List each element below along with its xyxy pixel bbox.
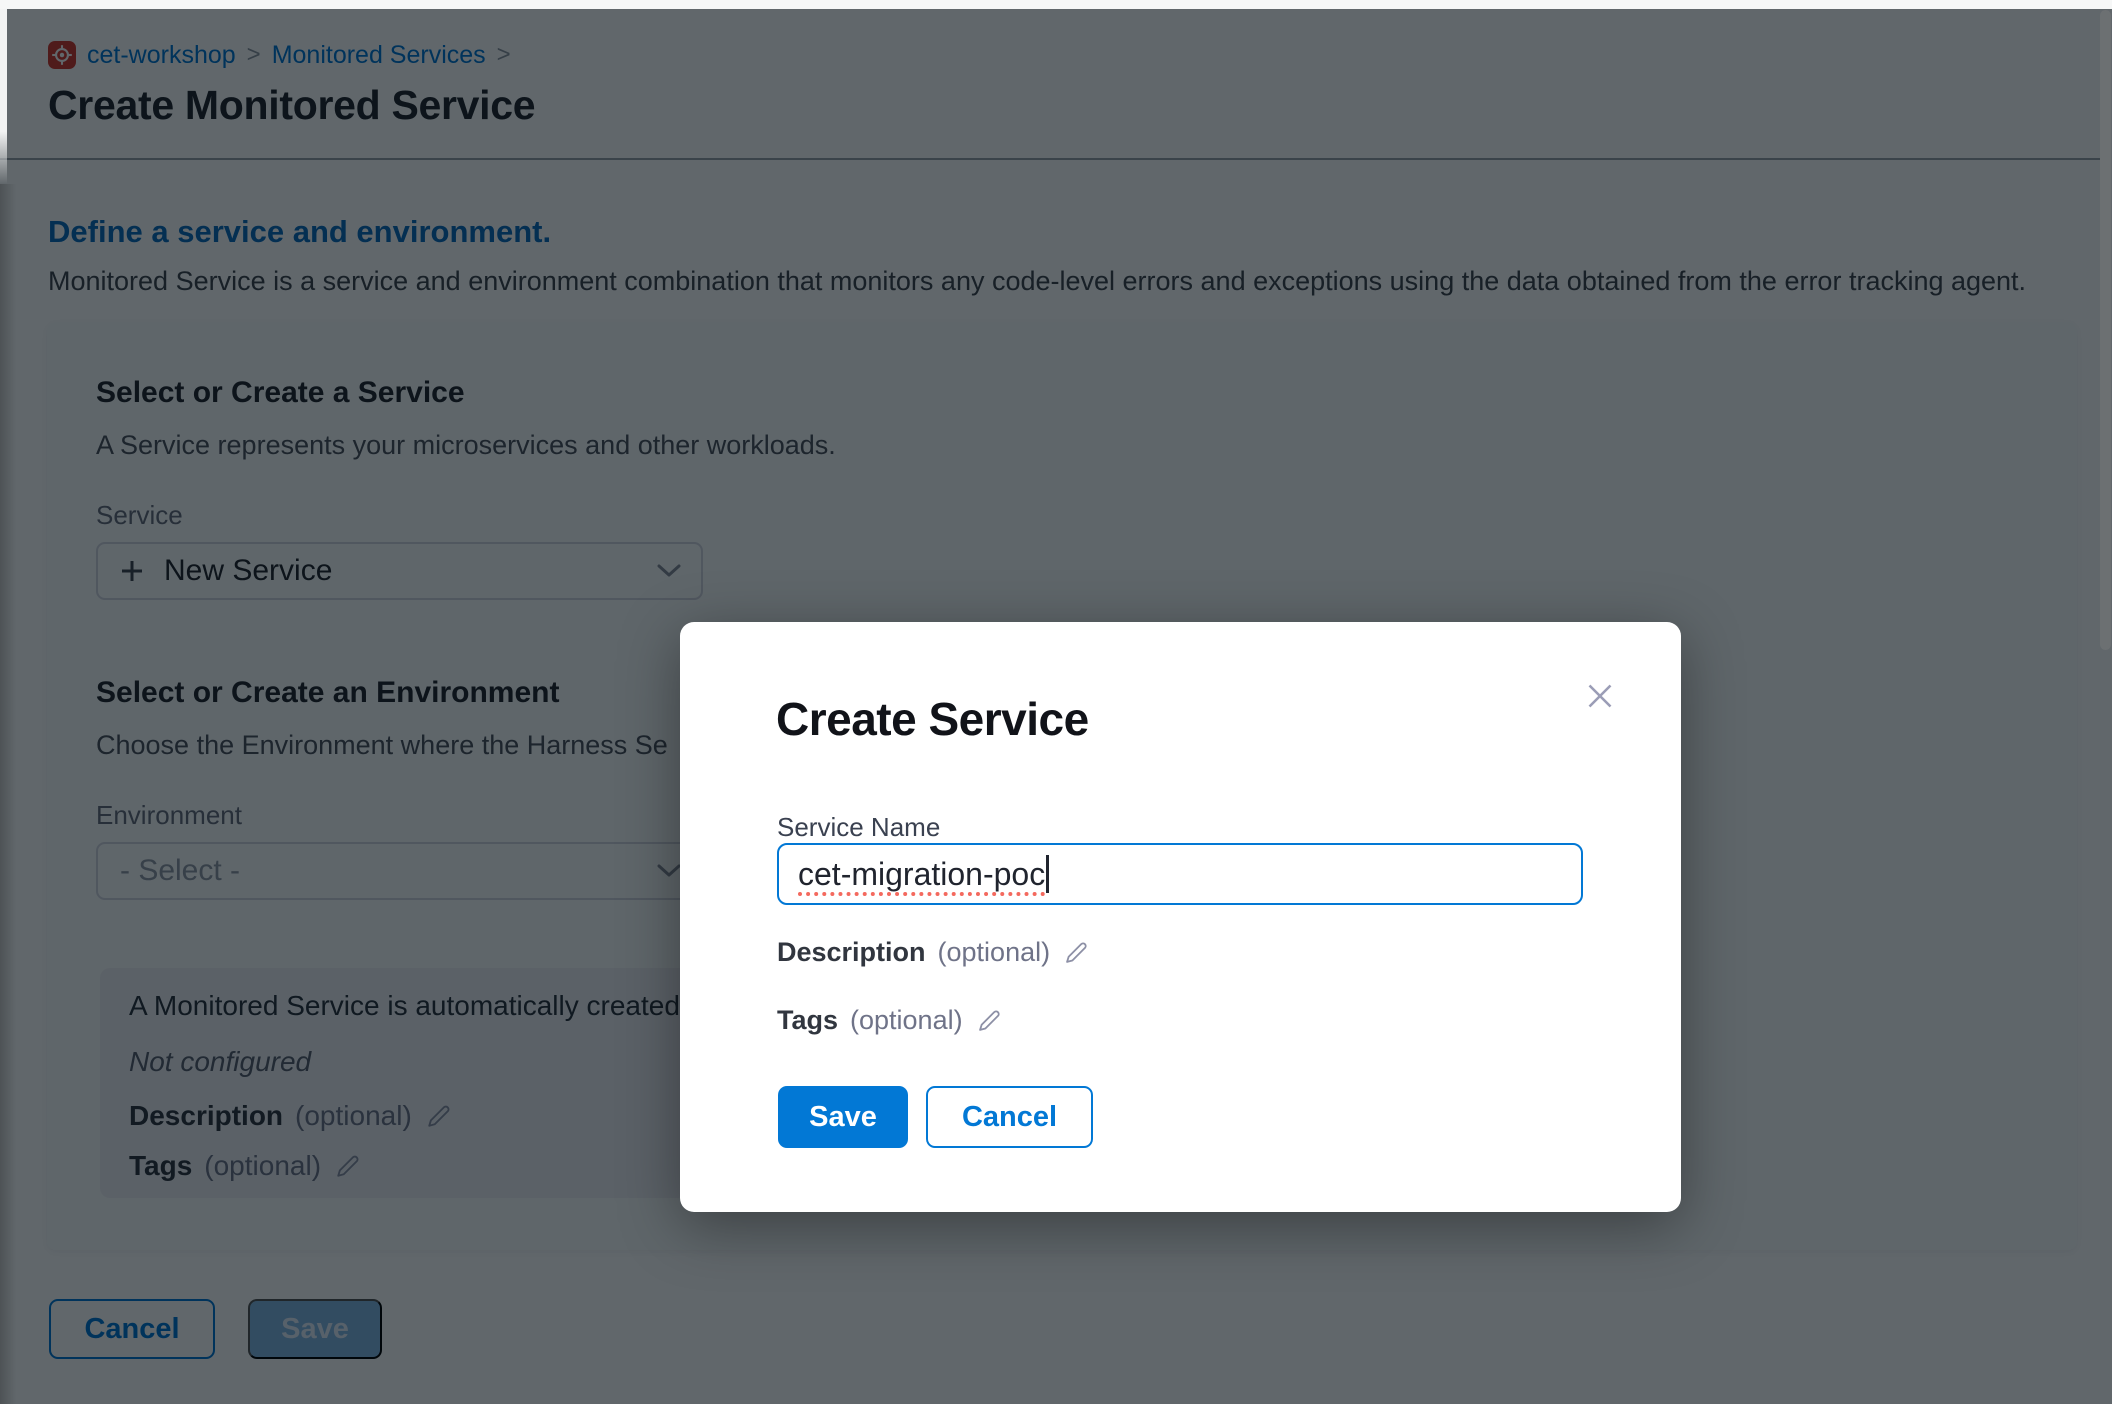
optional-suffix: (optional) (850, 1005, 963, 1036)
modal-title: Create Service (776, 692, 1089, 746)
scrollbar-thumb[interactable] (2100, 10, 2111, 650)
tags-optional-row: Tags (optional) (777, 1005, 1004, 1036)
service-name-label: Service Name (777, 812, 940, 843)
pencil-icon[interactable] (1062, 938, 1091, 967)
create-service-modal: Create Service Service Name cet-migratio… (680, 622, 1681, 1212)
modal-cancel-button[interactable]: Cancel (926, 1086, 1093, 1148)
service-name-input[interactable]: cet-migration-poc (777, 843, 1583, 905)
service-name-value: cet-migration-poc (798, 856, 1045, 893)
text-caret (1046, 855, 1049, 893)
window-left-edge (0, 9, 7, 184)
screen: cet-workshop > Monitored Services > Crea… (0, 0, 2112, 1404)
window-top-edge (0, 0, 2112, 9)
optional-suffix: (optional) (938, 937, 1051, 968)
description-optional-row: Description (optional) (777, 937, 1091, 968)
pencil-icon[interactable] (975, 1006, 1004, 1035)
tags-label: Tags (777, 1005, 838, 1036)
left-edge-shadow (0, 184, 16, 1404)
description-label: Description (777, 937, 926, 968)
close-button[interactable] (1578, 674, 1622, 718)
close-icon (1582, 678, 1618, 714)
modal-save-button[interactable]: Save (778, 1086, 908, 1148)
